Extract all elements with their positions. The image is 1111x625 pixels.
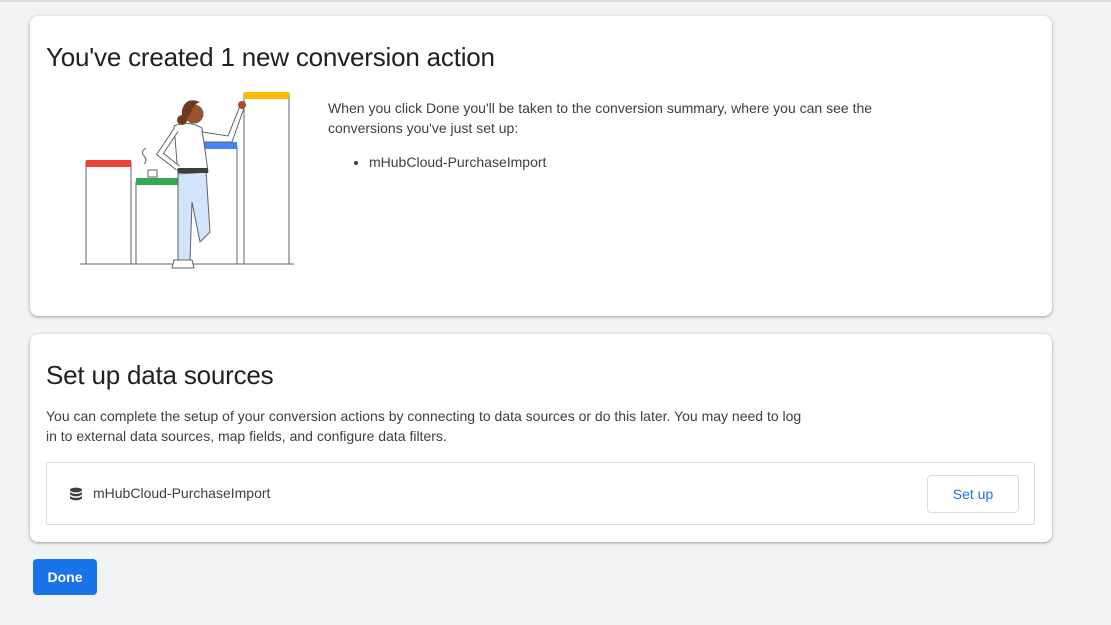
bar-chart-person-illustration xyxy=(80,92,294,269)
conversion-summary-text: When you click Done you'll be taken to t… xyxy=(328,100,873,136)
set-up-button[interactable]: Set up xyxy=(927,475,1019,513)
conversion-created-card: You've created 1 new conversion action W… xyxy=(30,16,1052,316)
data-sources-title: Set up data sources xyxy=(46,360,274,390)
data-sources-description: You can complete the setup of your conve… xyxy=(46,408,802,444)
database-icon xyxy=(70,487,82,501)
data-source-name: mHubCloud-PurchaseImport xyxy=(93,485,271,501)
top-divider xyxy=(0,0,1111,2)
data-sources-card: Set up data sources You can complete the… xyxy=(30,334,1052,542)
data-source-row: mHubCloud-PurchaseImport Set up xyxy=(46,462,1035,525)
conversion-list: mHubCloud-PurchaseImport xyxy=(328,152,546,172)
conversion-list-item: mHubCloud-PurchaseImport xyxy=(369,152,546,172)
conversion-created-title: You've created 1 new conversion action xyxy=(46,42,495,72)
done-button[interactable]: Done xyxy=(33,559,97,595)
